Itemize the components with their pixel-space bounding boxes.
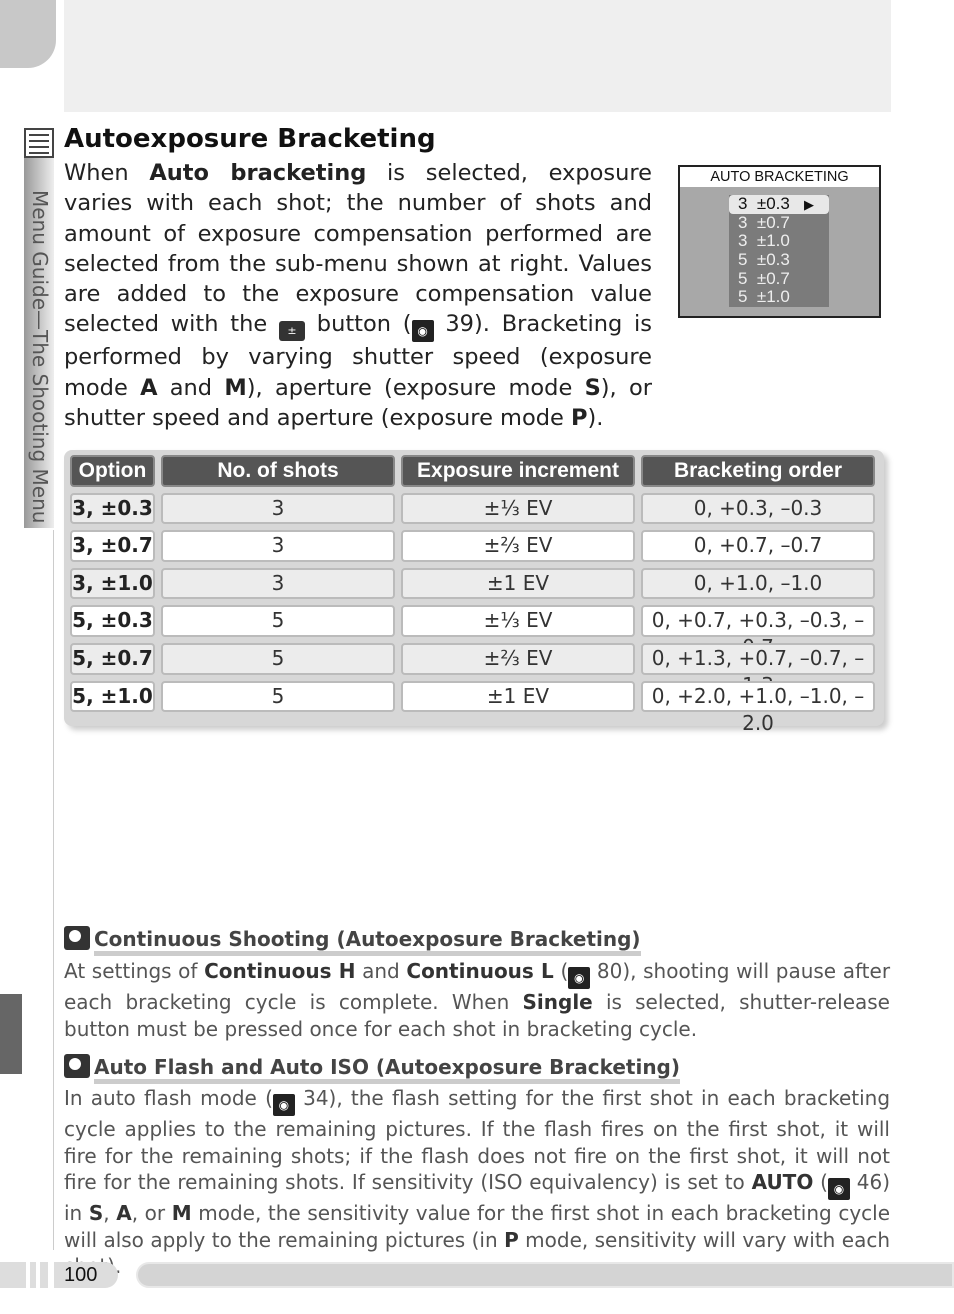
table-cell: 3 [161,492,395,525]
header-cell: No. of shots [161,455,395,487]
table-cell: ±1 EV [401,680,635,713]
table-cell: 0, +0.7, +0.3, –0.3, –0.7 [641,605,875,659]
intro-paragraph: When Auto bracketing is selected, exposu… [64,160,653,432]
table-cell: 0, +2.0, +1.0, –1.0, –2.0 [641,680,875,735]
table-cell: 0, +0.3, –0.3 [641,492,875,525]
table-row: 5, ±1.0 5 ±1 EV 0, +2.0, +1.0, –1.0, –2.0 [70,680,878,735]
table-cell: 5 [161,680,395,713]
table-cell: 3, ±0.3 [70,492,155,525]
table-cell: ±⅔ EV [401,530,635,562]
footer: 100 [0,1262,954,1288]
table-row: 3, ±0.3 3 ±⅓ EV 0, +0.3, –0.3 [70,492,878,525]
bracketing-table: Option No. of shots Exposure increment B… [64,450,884,735]
lcd-item: 3 ±0.3 ▶ [729,194,829,214]
table-cell: 5, ±0.7 [70,642,155,675]
sidebar-label: Menu Guide—The Shooting Menu [28,190,52,524]
table-cell: 0, +1.3, +0.7, –0.7, –1.3 [641,642,875,697]
page-tab [0,0,56,68]
lcd-item: 5 ±1.0 [738,287,790,307]
table-cell: 0, +1.0, –1.0 [641,567,875,600]
table-row: 3, ±1.0 3 ±1 EV 0, +1.0, –1.0 [70,567,878,600]
note-icon [64,926,90,950]
divider [53,530,54,1250]
page-reference-icon: ◉ [272,1094,295,1116]
menu-icon [24,128,54,158]
lcd-item: 3 ±1.0 [738,231,790,251]
header-cell: Option [70,455,155,487]
table-cell: 3 [161,567,395,600]
table-cell: ±⅓ EV [401,605,635,637]
note-paragraph: In auto flash mode (◉ 34), the flash set… [64,1086,891,1278]
header-cell: Exposure increment [401,455,635,487]
table-cell: 5 [161,605,395,637]
page-reference-icon: ◉ [568,967,591,989]
table-cell: 3 [161,530,395,562]
footer-bar [136,1262,954,1288]
lcd-item: 5 ±0.7 [738,268,790,288]
header-cell: Bracketing order [641,455,875,487]
table-cell: 0, +0.7, –0.7 [641,530,875,562]
lcd-item: 3 ±0.7 [738,212,790,232]
note-heading: Auto Flash and Auto ISO (Autoexposure Br… [64,1054,681,1084]
table-cell: 5 [161,642,395,675]
table-row: 5, ±0.35±⅓ EV0, +0.7, +0.3, –0.3, –0.7 [70,605,878,659]
exposure-compensation-button-icon: ± [279,321,305,342]
page-reference-icon: ◉ [827,1178,850,1201]
table-cell: 3, ±0.7 [70,530,155,562]
page-title: Autoexposure Bracketing [64,124,436,154]
table-row: 5, ±0.75±⅔ EV0, +1.3, +0.7, –0.7, –1.3 [70,642,878,697]
page-number: 100 [54,1262,118,1288]
camera-menu-screen: AUTO BRACKETING 3 ±0.3 ▶ 3 ±0.7 3 ±1.0 5… [678,165,881,318]
page-reference-icon: ◉ [411,320,434,343]
table-cell: 5, ±0.3 [70,605,155,637]
lcd-title: AUTO BRACKETING [680,167,879,187]
note-heading: Continuous Shooting (Autoexposure Bracke… [64,926,641,956]
section-marker [0,994,22,1074]
table-row: 3, ±0.7 3 ±⅔ EV 0, +0.7, –0.7 [70,530,878,562]
table-cell: ±⅔ EV [401,642,635,675]
arrow-right-icon: ▶ [804,197,815,212]
table-header: Option No. of shots Exposure increment B… [70,455,878,487]
lcd-item: 5 ±0.3 [738,250,790,270]
note-icon [64,1054,90,1078]
table-cell: ±⅓ EV [401,492,635,525]
note-paragraph: At settings of Continuous H and Continuo… [64,959,891,1041]
table-cell: 3, ±1.0 [70,567,155,600]
table-cell: 5, ±1.0 [70,680,155,713]
table-cell: ±1 EV [401,567,635,600]
header-band [64,0,891,112]
